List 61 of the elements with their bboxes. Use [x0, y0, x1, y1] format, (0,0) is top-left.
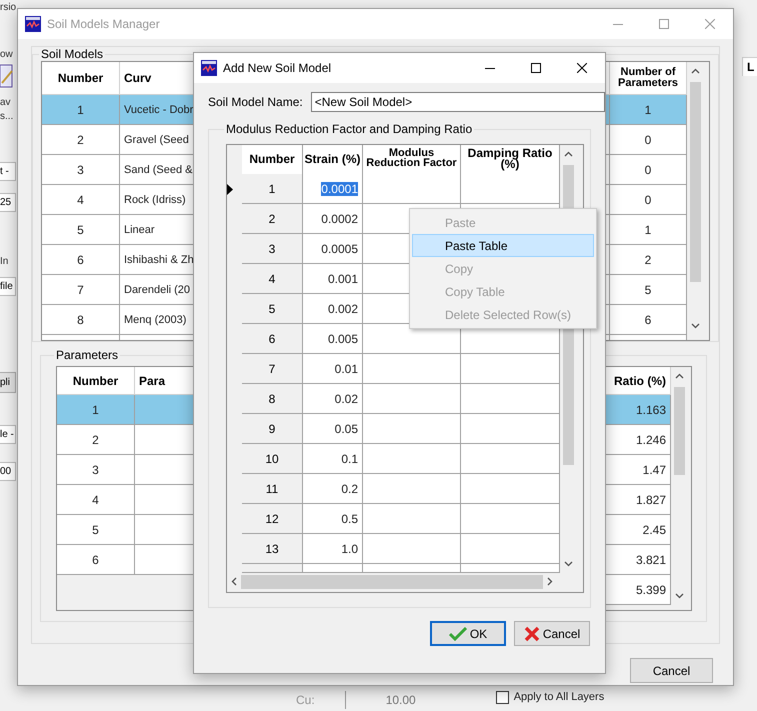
window-title: Soil Models Manager [47, 17, 161, 31]
table-cell: 3 [57, 455, 135, 485]
row-number: 7 [242, 354, 303, 384]
label: av [0, 97, 11, 108]
table-cell: 2 [42, 125, 120, 155]
row-number: 3 [242, 234, 303, 264]
window-title: Add New Soil Model [223, 61, 332, 75]
row-number: 5 [242, 294, 303, 324]
table-cell: 8 [42, 305, 120, 335]
field-label: Cu: [296, 693, 315, 707]
group-title: Parameters [55, 348, 120, 362]
checkbox-label: Apply to All Layers [514, 691, 604, 703]
table-cell: 7 [42, 275, 120, 305]
column-header: Damping Ratio (%) [461, 145, 560, 174]
column-header: Number [57, 367, 135, 395]
field-label: Soil Model Name: [208, 95, 303, 109]
table-cell: 6 [610, 305, 687, 335]
table-cell: 0 [610, 155, 687, 185]
window-title: rsio [0, 2, 16, 13]
table-cell: 5 [57, 515, 135, 545]
table-cell: 1 [57, 395, 135, 425]
row-number: 13 [242, 534, 303, 564]
table-cell: 5 [42, 215, 120, 245]
cell-text: 0.05 [334, 422, 358, 436]
row-number: 2 [242, 204, 303, 234]
table-cell: 1 [610, 215, 687, 245]
table-cell: 4 [57, 485, 135, 515]
row-number: 12 [242, 504, 303, 534]
table-cell: 0 [610, 185, 687, 215]
row-number: 11 [242, 474, 303, 504]
row-number: 1 [242, 174, 303, 204]
cell-text: 0.5 [341, 512, 358, 526]
row-number: 6 [242, 324, 303, 354]
table-cell: 1 [42, 95, 120, 125]
table-cell: 2 [57, 425, 135, 455]
cell-text: 0.0001 [321, 182, 358, 196]
label: ow [0, 49, 13, 60]
group-title: Modulus Reduction Factor and Damping Ratio [225, 122, 474, 136]
cell-text: 0.2 [341, 482, 358, 496]
row-number: 4 [242, 264, 303, 294]
column-header: Strain (%) [303, 145, 363, 174]
column-header: Number [242, 145, 303, 174]
table-cell: 2 [610, 245, 687, 275]
label: s... [0, 111, 14, 122]
table-cell: 6 [42, 245, 120, 275]
table-cell: 4 [42, 185, 120, 215]
table-cell: 1 [610, 95, 687, 125]
group-title: Soil Models [40, 47, 104, 61]
cell-text: 0.1 [341, 452, 358, 466]
row-number: 9 [242, 414, 303, 444]
table-cell: 3 [42, 155, 120, 185]
column-header: Modulus Reduction Factor [363, 145, 461, 174]
table-cell: 5 [610, 275, 687, 305]
table-cell: 0 [610, 125, 687, 155]
column-header: Number of Parameters [610, 62, 687, 95]
table-cell: 6 [57, 545, 135, 575]
row-number: 10 [242, 444, 303, 474]
column-header: Number [42, 62, 120, 95]
label: In [0, 256, 8, 267]
row-number: 8 [242, 384, 303, 414]
cell-text: 1.0 [341, 542, 358, 556]
